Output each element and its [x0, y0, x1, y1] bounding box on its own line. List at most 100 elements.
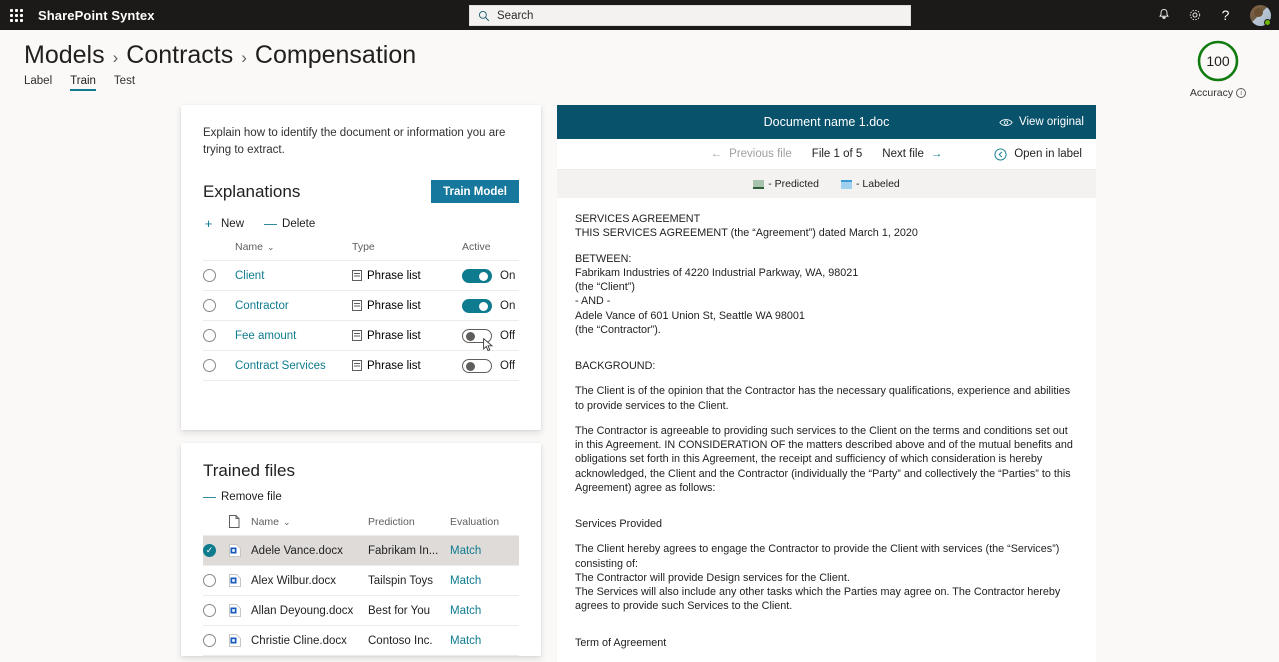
trained-files-card: Trained files — Remove file Name⌄ Predic… [181, 443, 541, 656]
row-select-radio[interactable] [203, 269, 216, 282]
eye-icon [999, 117, 1013, 128]
document-preview-pane: Document name 1.doc View original ← Prev… [557, 105, 1096, 662]
user-avatar[interactable] [1241, 0, 1279, 30]
explanation-active-label: On [500, 300, 515, 312]
word-document-icon [229, 634, 251, 647]
file-evaluation: Match [450, 545, 519, 557]
accuracy-label-row: Accuracy i [1183, 87, 1253, 99]
labeled-swatch-icon [841, 180, 852, 189]
explanation-active-toggle[interactable] [462, 299, 492, 313]
column-header-active[interactable]: Active [462, 241, 519, 253]
legend-predicted: - Predicted [753, 178, 819, 190]
settings-gear-icon[interactable] [1179, 0, 1210, 30]
breadcrumb: Models › Contracts › Compensation [24, 30, 1279, 70]
notifications-bell-icon[interactable] [1148, 0, 1179, 30]
file-select-radio[interactable] [203, 544, 216, 557]
tab-train[interactable]: Train [70, 75, 96, 91]
phrase-list-icon [352, 270, 362, 281]
document-title-bar: Document name 1.doc View original [557, 105, 1096, 139]
file-select-radio[interactable] [203, 604, 216, 617]
file-name: Christie Cline.docx [251, 635, 368, 647]
column-header-type[interactable]: Type [352, 241, 462, 253]
phrase-list-icon [352, 360, 362, 371]
trained-files-title: Trained files [203, 461, 519, 481]
delete-icon: — [264, 217, 275, 230]
legend-labeled-label: - Labeled [856, 178, 900, 190]
explanation-active-toggle[interactable] [462, 269, 492, 283]
explanation-name-link[interactable]: Fee amount [235, 330, 296, 342]
row-select-radio[interactable] [203, 329, 216, 342]
new-explanation-button[interactable]: + New [203, 217, 244, 230]
document-navigation: ← Previous file File 1 of 5 Next file → … [557, 139, 1096, 170]
file-select-radio[interactable] [203, 574, 216, 587]
arrow-left-icon: ← [711, 148, 723, 160]
next-file-button[interactable]: Next file → [882, 148, 942, 160]
file-evaluation: Match [450, 575, 519, 587]
list-item[interactable]: Christie Cline.docx Contoso Inc. Match [203, 626, 519, 656]
explanation-active-label: Off [500, 330, 515, 342]
chevron-down-icon: ⌄ [267, 242, 275, 252]
table-row[interactable]: Contractor Phrase list On [203, 291, 519, 321]
breadcrumb-item-models[interactable]: Models [24, 40, 105, 70]
global-search[interactable] [469, 5, 911, 26]
app-launcher-icon[interactable] [0, 0, 32, 30]
view-original-button[interactable]: View original [999, 105, 1084, 139]
delete-explanation-button[interactable]: — Delete [264, 217, 315, 230]
train-model-button[interactable]: Train Model [431, 180, 519, 203]
accuracy-indicator: 100 Accuracy i [1183, 38, 1253, 99]
table-row[interactable]: Client Phrase list On [203, 261, 519, 291]
document-paragraph: The Client hereby agrees to engage the C… [575, 542, 1078, 613]
remove-file-button[interactable]: — Remove file [203, 490, 282, 503]
new-explanation-label: New [221, 218, 244, 230]
explanations-header-row: Explanations Train Model [203, 180, 519, 203]
accuracy-gauge: 100 [1195, 38, 1241, 84]
row-select-radio[interactable] [203, 359, 216, 372]
info-icon[interactable]: i [1236, 88, 1246, 98]
list-item[interactable]: Allan Deyoung.docx Best for You Match [203, 596, 519, 626]
remove-file-label: Remove file [221, 491, 282, 503]
column-header-file-name-label: Name [251, 516, 279, 528]
column-header-prediction[interactable]: Prediction [368, 516, 450, 528]
page-header: Models › Contracts › Compensation Label … [0, 30, 1279, 98]
file-prediction: Fabrikam In... [368, 545, 450, 557]
list-item[interactable]: Adele Vance.docx Fabrikam In... Match [203, 536, 519, 566]
list-item[interactable]: Alex Wilbur.docx Tailspin Toys Match [203, 566, 519, 596]
explanations-lead-text: Explain how to identify the document or … [203, 125, 519, 158]
explanation-name-link[interactable]: Contractor [235, 300, 289, 312]
search-icon [478, 10, 490, 22]
explanation-type: Phrase list [367, 300, 421, 312]
file-prediction: Best for You [368, 605, 450, 617]
column-header-file-name[interactable]: Name⌄ [251, 516, 368, 528]
column-header-evaluation[interactable]: Evaluation [450, 516, 519, 528]
explanation-name-link[interactable]: Client [235, 270, 264, 282]
table-row[interactable]: Contract Services Phrase list Off [203, 351, 519, 381]
tab-test[interactable]: Test [114, 75, 135, 91]
search-input[interactable] [497, 10, 902, 22]
explanation-active-toggle[interactable] [462, 359, 492, 373]
phrase-list-icon [352, 330, 362, 341]
explanation-name-link[interactable]: Contract Services [235, 360, 326, 372]
file-evaluation: Match [450, 635, 519, 647]
file-name: Alex Wilbur.docx [251, 575, 368, 587]
file-select-radio[interactable] [203, 634, 216, 647]
table-row[interactable]: Fee amount Phrase list Off [203, 321, 519, 351]
word-document-icon [229, 574, 251, 587]
trained-files-table-header: Name⌄ Prediction Evaluation [203, 515, 519, 536]
accuracy-value: 100 [1195, 38, 1241, 84]
app-title[interactable]: SharePoint Syntex [38, 8, 155, 23]
explanations-command-bar: + New — Delete [203, 217, 519, 230]
column-header-name[interactable]: Name⌄ [235, 241, 352, 253]
model-tabs: Label Train Test [24, 75, 1279, 91]
legend-labeled: - Labeled [841, 178, 900, 190]
breadcrumb-item-contracts[interactable]: Contracts [126, 40, 233, 70]
explanation-active-toggle[interactable] [462, 329, 492, 343]
file-name: Allan Deyoung.docx [251, 605, 368, 617]
predicted-swatch-icon [753, 180, 764, 189]
row-select-radio[interactable] [203, 299, 216, 312]
help-question-icon[interactable]: ? [1210, 0, 1241, 30]
document-paragraph: BACKGROUND: [575, 359, 1078, 373]
open-in-label-button[interactable]: Open in label [994, 148, 1082, 161]
tab-label[interactable]: Label [24, 75, 52, 91]
view-original-label: View original [1019, 116, 1084, 128]
word-document-icon [229, 544, 251, 557]
